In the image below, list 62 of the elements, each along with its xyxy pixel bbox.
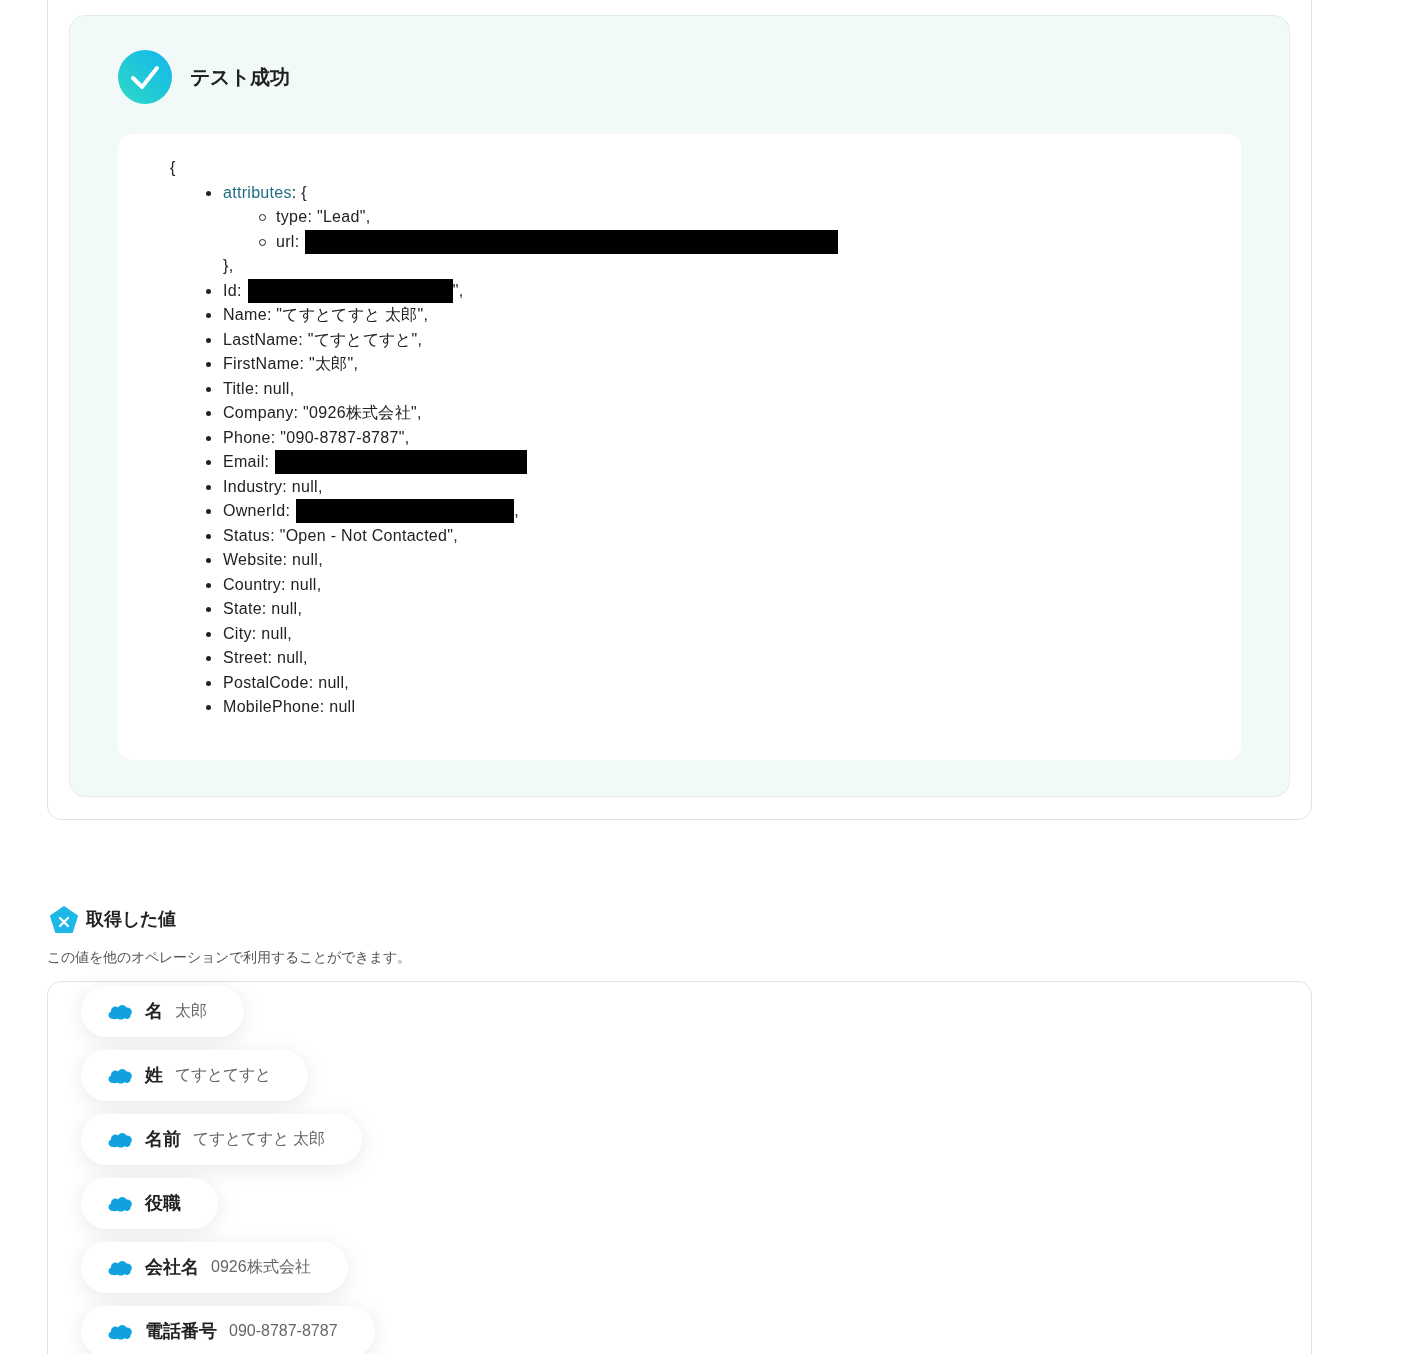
code-line: Website: null, xyxy=(223,550,323,570)
bullet-icon xyxy=(206,362,211,367)
bullet-icon xyxy=(206,484,211,490)
value-chip[interactable]: 姓 てすとてすと xyxy=(81,1049,308,1101)
code-line: type: "Lead", xyxy=(276,207,371,227)
code-line: Street: null, xyxy=(223,648,308,668)
bullet-icon xyxy=(206,190,211,196)
cloud-icon xyxy=(107,1130,133,1148)
cloud-icon xyxy=(107,1194,133,1212)
bullet-icon xyxy=(206,288,211,294)
code-line: Country: null, xyxy=(223,574,322,595)
section-title: 取得した値 xyxy=(86,908,176,931)
code-line: State: null, xyxy=(223,599,303,619)
bullet-icon xyxy=(206,582,211,588)
value-chip[interactable]: 電話番号 090-8787-8787 xyxy=(81,1305,375,1354)
code-line: PostalCode: null, xyxy=(223,672,350,693)
code-line: { xyxy=(170,159,176,176)
bullet-icon xyxy=(206,313,211,318)
bullet-icon xyxy=(206,533,211,539)
code-line: Phone: "090-8787-8787", xyxy=(223,427,410,448)
code-line: FirstName: "太郎", xyxy=(223,354,359,374)
value-chip[interactable]: 名前 てすとてすと 太郎 xyxy=(81,1113,363,1165)
code-line: url: xyxy=(276,231,300,252)
bullet-icon xyxy=(206,705,211,710)
bullet-icon xyxy=(206,631,211,637)
value-chip[interactable]: 役職 xyxy=(81,1177,218,1229)
bullet-icon xyxy=(206,509,211,514)
code-line: Title: null, xyxy=(223,378,295,399)
code-line: Name: "てすとてすと 太郎", xyxy=(223,305,429,325)
bullet-icon xyxy=(206,460,211,465)
bullet-icon xyxy=(206,411,211,416)
code-line: ", xyxy=(452,280,464,301)
code-line: Id: xyxy=(223,280,242,301)
check-icon xyxy=(118,50,172,104)
code-line: Industry: null, xyxy=(223,476,323,497)
code-line: Status: "Open - Not Contacted", xyxy=(223,525,458,546)
code-line: , xyxy=(514,501,520,521)
code-line: MobilePhone: null xyxy=(223,697,356,717)
bullet-icon xyxy=(206,607,211,612)
cloud-icon xyxy=(107,1322,133,1340)
pentagon-icon xyxy=(50,905,78,933)
cloud-icon xyxy=(107,1066,133,1084)
section-description: この値を他のオペレーションで利用することができます。 xyxy=(47,948,412,967)
code-line: LastName: "てすとてすと", xyxy=(223,329,423,350)
bullet-icon xyxy=(206,435,211,441)
code-line: OwnerId: xyxy=(223,501,291,521)
bullet-icon xyxy=(206,558,211,563)
value-chip[interactable]: 会社名 0926株式会社 xyxy=(81,1241,348,1293)
code-line: : { xyxy=(291,182,307,203)
bullet-icon xyxy=(206,680,211,686)
bullet-icon xyxy=(206,386,211,392)
cloud-icon xyxy=(107,1258,133,1276)
code-line: }, xyxy=(223,257,234,274)
value-chip[interactable]: 名 太郎 xyxy=(81,985,244,1037)
code-line: Company: "0926株式会社", xyxy=(223,403,422,423)
success-title: テスト成功 xyxy=(190,64,290,90)
code-line: City: null, xyxy=(223,623,293,644)
bullet-icon xyxy=(206,337,211,343)
code-key: attributes xyxy=(223,180,292,205)
bullet-icon xyxy=(206,656,211,661)
code-line: Email: xyxy=(223,452,270,472)
cloud-icon xyxy=(107,1002,133,1020)
